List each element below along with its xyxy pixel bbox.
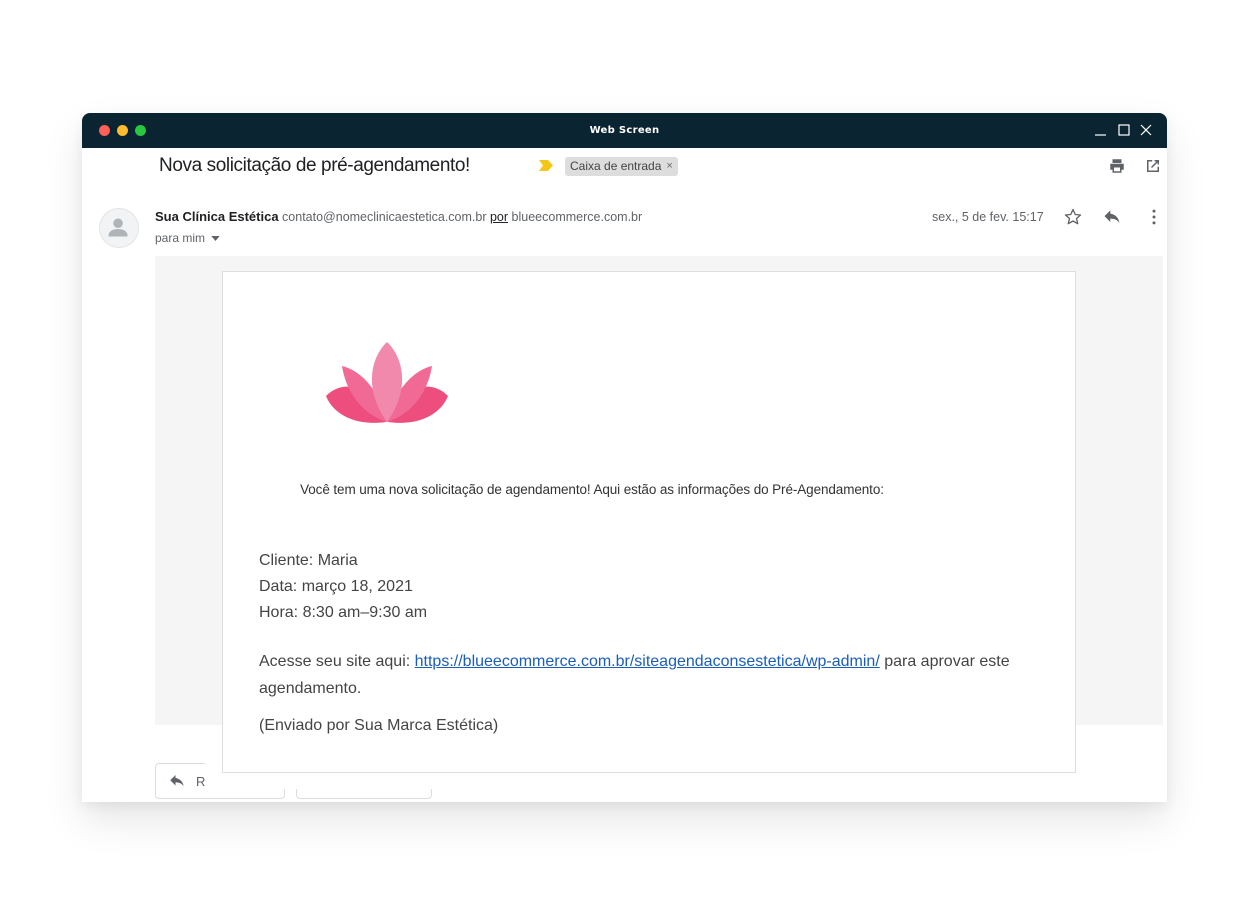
- inbox-label-chip[interactable]: Caixa de entrada ×: [565, 157, 678, 176]
- print-icon[interactable]: [1108, 157, 1126, 175]
- maximize-icon[interactable]: [1117, 123, 1131, 137]
- access-paragraph: Acesse seu site aqui: https://blueecomme…: [259, 648, 1039, 702]
- email-subject: Nova solicitação de pré-agendamento!: [159, 155, 470, 176]
- client-line: Cliente: Maria: [259, 552, 358, 569]
- recipient-details[interactable]: para mim: [155, 231, 220, 245]
- email-date: sex., 5 de fev. 15:17: [932, 210, 1044, 224]
- sender-email: contato@nomeclinicaestetica.com.br: [282, 210, 487, 224]
- important-marker-icon[interactable]: [538, 159, 554, 172]
- via-domain: blueecommerce.com.br: [511, 210, 643, 224]
- close-icon[interactable]: [1139, 123, 1153, 137]
- recipient-label: para mim: [155, 231, 206, 245]
- intro-line: Você tem uma nova solicitação de agendam…: [300, 482, 884, 497]
- via-link[interactable]: por: [490, 210, 508, 224]
- remove-label-button[interactable]: ×: [666, 157, 672, 176]
- lotus-icon: [326, 342, 448, 423]
- star-icon[interactable]: [1063, 207, 1083, 227]
- admin-link[interactable]: https://blueecommerce.com.br/siteagendac…: [415, 653, 880, 670]
- open-in-new-window-icon[interactable]: [1144, 157, 1162, 175]
- sender-avatar[interactable]: [99, 208, 139, 248]
- reply-button-label: R: [196, 773, 206, 789]
- reply-icon: [170, 775, 184, 787]
- sender-line: Sua Clínica Estética contato@nomeclinica…: [155, 209, 642, 224]
- more-vert-icon[interactable]: [1144, 207, 1164, 227]
- chevron-down-icon: [211, 235, 220, 241]
- label-text: Caixa de entrada: [570, 159, 662, 173]
- time-line: Hora: 8:30 am–9:30 am: [259, 604, 428, 621]
- title-bar: Web Screen: [82, 113, 1167, 148]
- sent-by-line: (Enviado por Sua Marca Estética): [259, 717, 499, 734]
- reply-icon[interactable]: [1102, 207, 1122, 227]
- browser-window: Web Screen Nova solicitação de pré-agend…: [82, 113, 1167, 802]
- email-content-card: Você tem uma nova solicitação de agendam…: [222, 271, 1076, 773]
- sender-name[interactable]: Sua Clínica Estética: [155, 209, 279, 224]
- person-icon: [108, 218, 128, 237]
- minimize-icon[interactable]: [1094, 123, 1108, 137]
- intro-text: Você tem uma nova solicitação de agendam…: [223, 482, 1077, 497]
- date-line: Data: março 18, 2021: [259, 578, 413, 595]
- access-prefix: Acesse seu site aqui:: [259, 653, 415, 670]
- window-title: Web Screen: [589, 125, 660, 136]
